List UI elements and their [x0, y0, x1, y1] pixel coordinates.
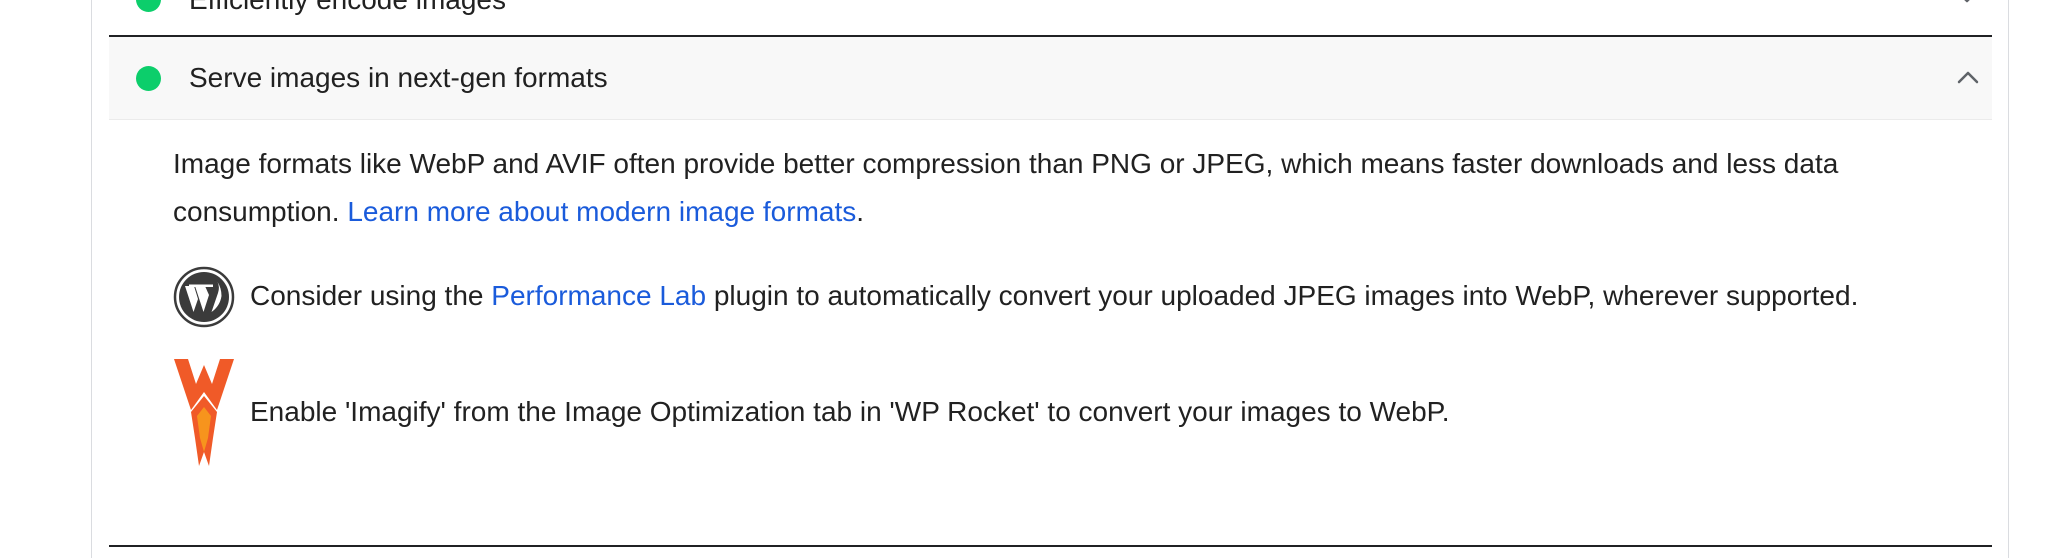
description-period: . — [856, 196, 865, 227]
stack-pack-text: Consider using the Performance Lab plugi… — [250, 278, 1858, 314]
stack-pack-text-before: Consider using the — [250, 280, 492, 311]
pass-status-icon — [136, 66, 161, 91]
wp-rocket-icon — [174, 359, 234, 466]
audit-item-efficiently-encode-images[interactable]: Efficiently encode images — [109, 0, 1992, 37]
stack-pack-text: Enable 'Imagify' from the Image Optimiza… — [250, 396, 1450, 427]
audit-header-serve-next-gen-formats[interactable]: Serve images in next-gen formats — [109, 37, 1992, 120]
audit-divider — [109, 545, 1992, 547]
pass-status-icon — [136, 0, 161, 12]
chevron-up-icon[interactable] — [1954, 67, 1982, 89]
audit-title: Efficiently encode images — [189, 0, 506, 16]
chevron-down-icon[interactable] — [1954, 0, 1980, 6]
audit-description: Image formats like WebP and AVIF often p… — [173, 140, 1953, 236]
stack-pack-text-after: plugin to automatically convert your upl… — [706, 280, 1859, 311]
audit-title: Serve images in next-gen formats — [189, 62, 608, 93]
stack-pack-wp-rocket: Enable 'Imagify' from the Image Optimiza… — [173, 358, 1973, 466]
stack-pack-wordpress: Consider using the Performance Lab plugi… — [173, 266, 1973, 328]
performance-lab-link[interactable]: Performance Lab — [491, 280, 706, 311]
learn-more-link[interactable]: Learn more about modern image formats — [347, 196, 856, 227]
wordpress-icon — [173, 266, 235, 328]
